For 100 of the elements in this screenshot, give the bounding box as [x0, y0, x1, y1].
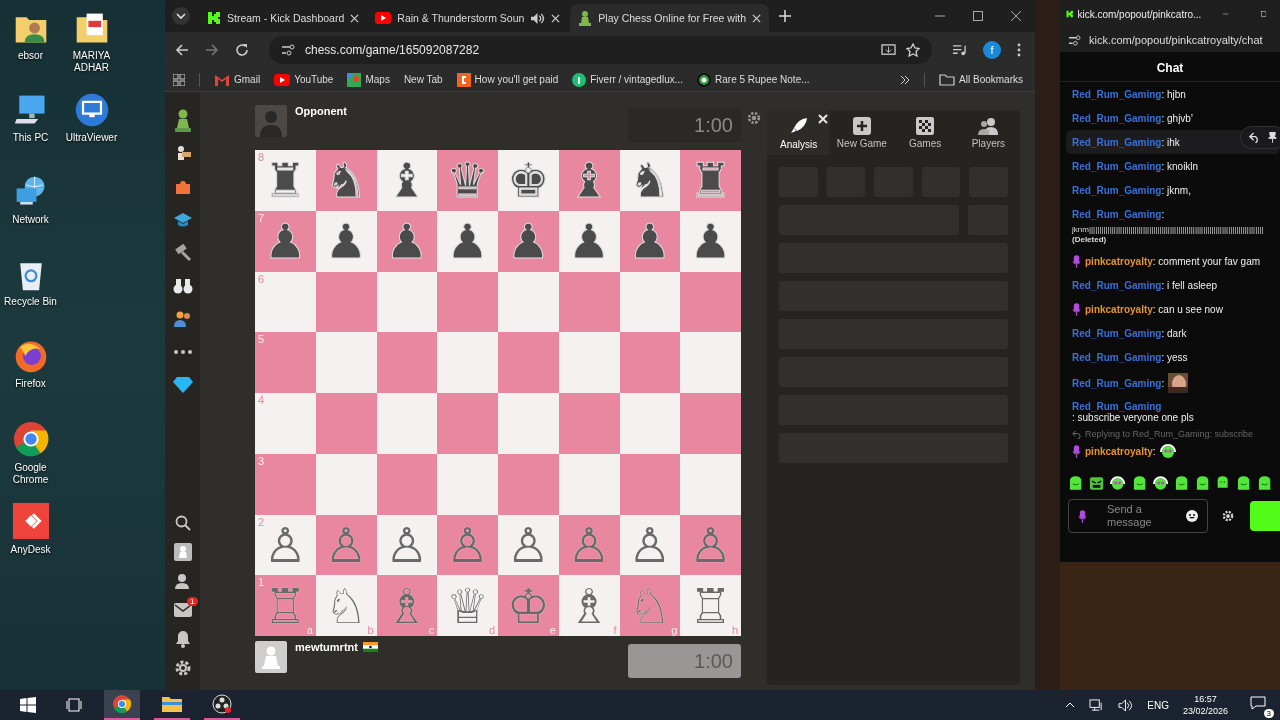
emote-icon[interactable] [1256, 475, 1272, 491]
shortcut-label[interactable]: Network [12, 214, 49, 226]
language-indicator[interactable]: ENG [1147, 699, 1169, 711]
board-square[interactable]: ♝ [558, 150, 620, 211]
shortcut-label[interactable]: Firefox [15, 378, 46, 390]
apps-icon[interactable] [173, 73, 185, 86]
pawn-icon[interactable] [172, 108, 193, 133]
board-square[interactable]: ♟ [558, 210, 620, 272]
chat-username[interactable]: Red_Rum_Gaming [1072, 401, 1162, 412]
chess-piece[interactable]: ♟ [567, 217, 611, 266]
chess-piece[interactable]: ♟ [506, 217, 550, 266]
chess-piece[interactable]: ♙ [628, 520, 672, 569]
emote-icon[interactable] [1216, 475, 1230, 489]
chess-piece[interactable]: ♟ [263, 217, 307, 266]
chat-username[interactable]: pinkcatroyalty [1085, 445, 1153, 457]
chess-piece[interactable]: ♕ [446, 581, 490, 630]
emote-icon[interactable] [1089, 475, 1105, 491]
browser-tab[interactable]: Play Chess Online for Free with [570, 4, 769, 32]
board-square[interactable]: ♟ [619, 210, 681, 272]
person-add-icon[interactable] [173, 571, 192, 590]
star-icon[interactable] [906, 43, 920, 57]
board-square[interactable]: ♜ [680, 150, 741, 211]
board-square[interactable]: ♟ [315, 210, 377, 272]
clock-date[interactable]: 23/02/2026 [1182, 705, 1228, 717]
board-square[interactable]: ♟ [437, 210, 498, 272]
media-icon[interactable] [952, 43, 967, 57]
menu-icon[interactable] [1017, 43, 1021, 57]
tab-search-icon[interactable] [171, 6, 191, 26]
close-icon[interactable] [1011, 11, 1021, 21]
shortcut-label[interactable]: UltraViewer [65, 132, 118, 144]
hammer-icon[interactable] [172, 242, 193, 263]
board-square[interactable]: ♝ [376, 150, 438, 211]
chess-piece[interactable]: ♟ [628, 217, 672, 266]
panel-tab[interactable]: Games [893, 110, 957, 155]
bookmark[interactable]: Fiverr / vintagedlux... [572, 72, 684, 87]
chess-piece[interactable]: ♘ [324, 581, 368, 630]
app-icon[interactable] [11, 502, 50, 540]
chess-piece[interactable]: ♞ [628, 156, 672, 205]
maximize-icon[interactable] [973, 11, 983, 21]
close-icon[interactable] [752, 13, 761, 23]
chess-piece[interactable]: ♖ [689, 581, 733, 630]
shortcut-label[interactable]: AnyDesk [10, 544, 51, 556]
chevron-icon[interactable] [900, 74, 911, 85]
emote-icon[interactable] [1152, 475, 1168, 491]
reload-icon[interactable] [235, 43, 249, 57]
task-view-icon[interactable] [66, 697, 82, 713]
chess-piece[interactable]: ♙ [385, 520, 429, 569]
site-info-icon[interactable] [281, 44, 295, 56]
install-icon[interactable] [881, 43, 896, 57]
diamond-icon[interactable] [172, 375, 193, 394]
shortcut-label[interactable]: This PC [12, 132, 49, 144]
search-icon[interactable] [174, 514, 191, 531]
browser-icon[interactable] [11, 420, 50, 458]
clock-time[interactable]: 16:57 [1194, 693, 1217, 705]
mail-icon[interactable] [173, 602, 192, 617]
chess-piece[interactable]: ♙ [263, 520, 307, 569]
chess-piece[interactable]: ♟ [446, 217, 490, 266]
back-icon[interactable] [175, 43, 189, 57]
message-field[interactable]: Send a message [1068, 499, 1208, 533]
browser-tab[interactable]: Rain & Thunderstorm Soun [367, 4, 571, 32]
speaker-icon[interactable] [530, 11, 546, 25]
chat-username[interactable]: pinkcatroyalty [1085, 255, 1153, 267]
new-tab-icon[interactable] [779, 10, 791, 22]
chess-piece[interactable]: ♚ [506, 156, 550, 205]
board-square[interactable]: ♟ [680, 210, 741, 272]
emote-icon[interactable] [1068, 475, 1084, 491]
chess-piece[interactable]: ♞ [324, 156, 368, 205]
shortcut-label[interactable]: Recycle Bin [4, 296, 57, 308]
bell-icon[interactable] [174, 629, 191, 648]
pin-icon[interactable] [1268, 132, 1277, 143]
address-bar[interactable]: chess.com/game/165092087282 [269, 36, 932, 64]
board-square[interactable]: ♞ [315, 150, 377, 211]
tab-title[interactable]: Rain & Thunderstorm Soun [397, 12, 525, 24]
forward-icon[interactable] [205, 43, 219, 57]
reply-icon[interactable] [1249, 132, 1260, 143]
start-icon[interactable] [20, 697, 36, 713]
board-square[interactable]: ♟ [498, 210, 559, 272]
chevron-up-icon[interactable] [1065, 702, 1076, 708]
board-square[interactable]: ♞ [619, 150, 681, 211]
emote-icon[interactable] [1173, 475, 1190, 491]
tab-title[interactable]: Stream - Kick Dashboard [227, 12, 345, 24]
notification-icon[interactable] [1250, 696, 1266, 710]
board-square[interactable]: ♚ [498, 150, 559, 211]
board-square[interactable]: ♙ [498, 514, 559, 576]
panel-tab[interactable]: New Game [830, 110, 894, 155]
chess-piece[interactable]: ♙ [506, 520, 550, 569]
player-name[interactable]: Opponent [295, 105, 347, 117]
more-icon[interactable] [172, 348, 193, 355]
close-icon[interactable] [350, 13, 360, 23]
emote-icon[interactable] [1159, 443, 1176, 459]
browser-tab[interactable]: Stream - Kick Dashboard [199, 4, 368, 32]
chess-piece[interactable]: ♟ [385, 217, 429, 266]
tab-title[interactable]: Play Chess Online for Free with [598, 12, 746, 24]
bookmark[interactable]: All Bookmarks [939, 73, 1023, 86]
chess-piece[interactable]: ♝ [385, 156, 429, 205]
panel-tab[interactable]: Analysis [767, 110, 831, 155]
shortcut-label[interactable]: Google Chrome [0, 462, 61, 486]
chess-piece[interactable]: ♜ [263, 156, 307, 205]
chess-piece[interactable]: ♝ [567, 156, 611, 205]
pawn-avatar-icon[interactable] [173, 542, 192, 561]
